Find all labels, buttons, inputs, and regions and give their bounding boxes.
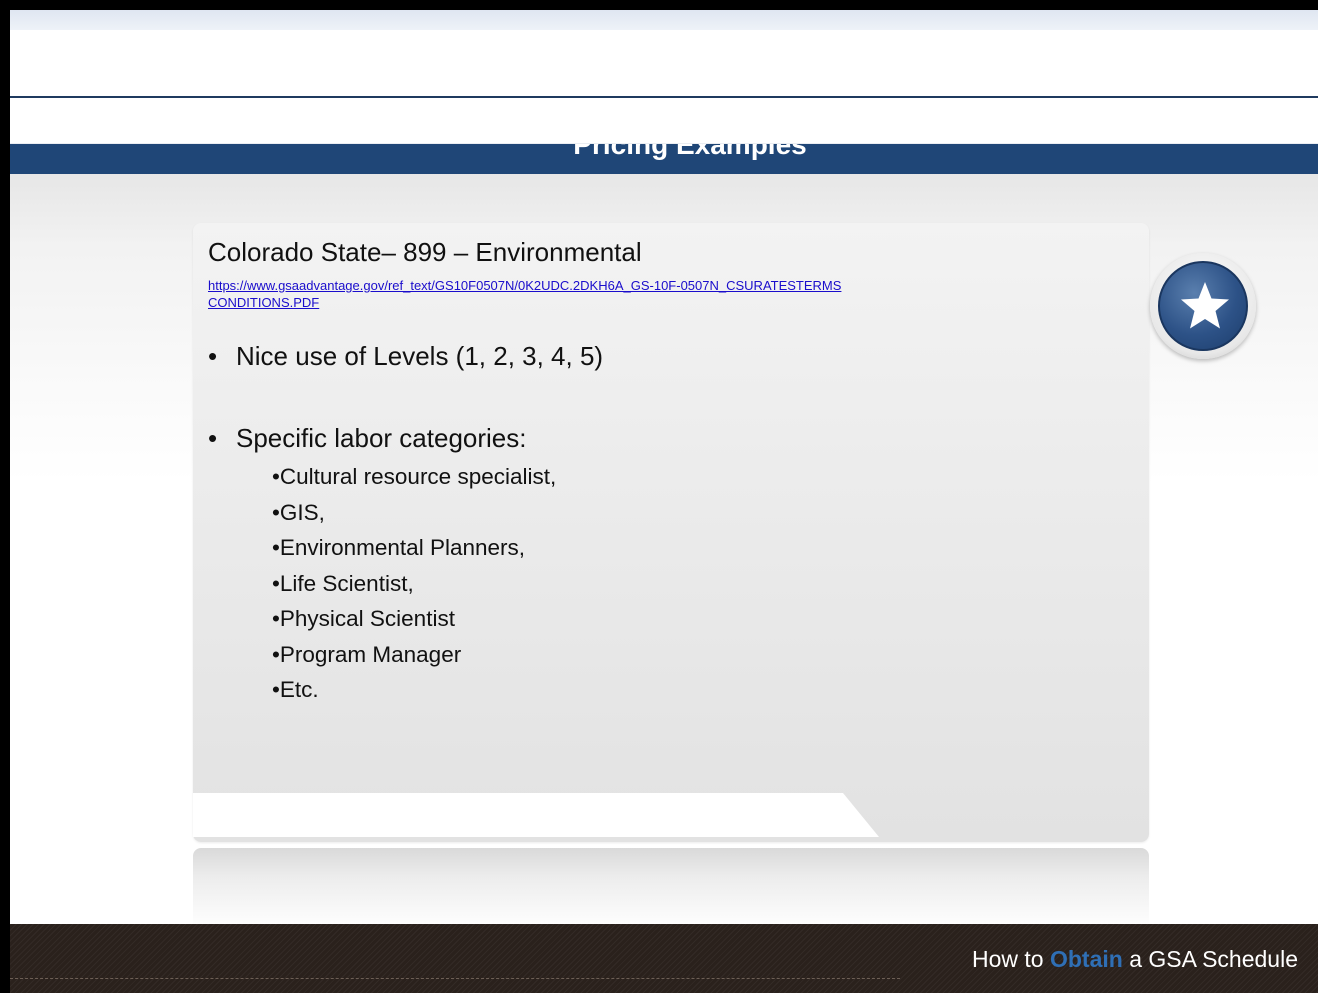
slide: Pricing Examples Colorado State– 899 – E… [10, 10, 1318, 993]
panel-footer-shape [193, 793, 879, 837]
footer-divider [10, 978, 900, 979]
list-item: •GIS, [272, 499, 325, 525]
list-item: •Physical Scientist [272, 606, 455, 631]
list-item: •Life Scientist, [272, 570, 414, 596]
bullet-dot: • [208, 341, 218, 371]
top-strip [10, 10, 1318, 30]
bullet-text: Nice use of Levels (1, 2, 3, 4, 5) [236, 341, 604, 371]
list-item: •Program Manager [272, 641, 462, 667]
page-title: Pricing Examples [573, 144, 807, 160]
footer-title: How to Obtain a GSA Schedule [971, 946, 1298, 972]
list-item: •Environmental Planners, [272, 535, 526, 560]
footer-accent: Obtain [1049, 946, 1123, 972]
bullet-item: • Nice use of Levels (1, 2, 3, 4, 5) [208, 341, 603, 372]
bullet-text: Specific labor categories: [236, 423, 527, 453]
star-badge [1150, 253, 1256, 359]
list-item: •Cultural resource specialist, [272, 464, 557, 489]
labor-category-list: •Cultural resource specialist, •GIS, •En… [272, 459, 556, 708]
list-item: •Etc. [272, 677, 319, 702]
title-band: Pricing Examples [10, 98, 1318, 174]
footer-bar: How to Obtain a GSA Schedule [10, 924, 1318, 993]
header-area [10, 30, 1318, 96]
bullet-item: • Specific labor categories: [208, 423, 526, 454]
content-panel: Colorado State– 899 – Environmental http… [193, 223, 1149, 842]
panel-reflection [193, 848, 1149, 928]
content-heading: Colorado State– 899 – Environmental [208, 237, 642, 267]
bullet-dot: • [208, 423, 218, 453]
star-icon [1181, 282, 1229, 329]
reference-link[interactable]: https://www.gsaadvantage.gov/ref_text/GS… [208, 277, 848, 311]
